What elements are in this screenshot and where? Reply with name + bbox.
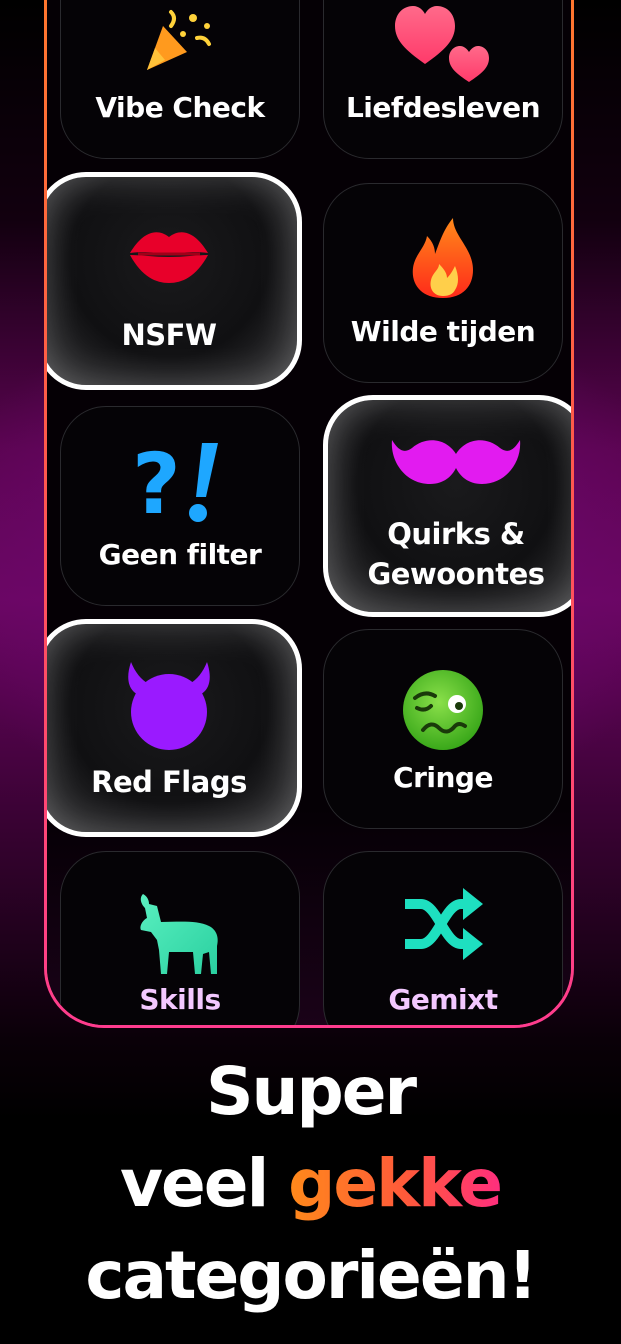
party-popper-icon (147, 10, 211, 70)
category-tile-red-flags[interactable]: Red Flags (47, 619, 302, 837)
mustache-icon (391, 440, 521, 484)
category-tile-gemixt[interactable]: Gemixt (323, 851, 563, 1025)
category-label: Cringe (393, 761, 493, 794)
headline-line-2: veel gekke (0, 1138, 621, 1230)
goat-icon (140, 894, 218, 974)
category-tile-cringe[interactable]: Cringe (323, 629, 563, 829)
category-label: Gemixt (388, 983, 498, 1016)
svg-text:?: ? (132, 439, 181, 525)
category-tile-skills[interactable]: Skills (60, 851, 300, 1025)
category-tile-wilde-tijden[interactable]: Wilde tijden (323, 183, 563, 383)
kiss-lips-icon (130, 232, 208, 283)
category-tile-geen-filter[interactable]: ? Geen filter (60, 406, 300, 606)
category-grid: Vibe Check Liefdesleven NSFW Wilde tijde… (47, 0, 571, 1025)
category-label: Liefdesleven (345, 91, 541, 124)
category-label: Quirks & Gewoontes (367, 514, 545, 594)
category-tile-vibe-check[interactable]: Vibe Check (60, 0, 300, 159)
category-tile-nsfw[interactable]: NSFW (47, 172, 302, 390)
category-label: Geen filter (98, 538, 262, 571)
phone-frame: Vibe Check Liefdesleven NSFW Wilde tijde… (44, 0, 574, 1028)
category-tile-quirks-gewoontes[interactable]: Quirks & Gewoontes (323, 395, 571, 617)
category-label-line-1: Quirks & (387, 517, 525, 551)
category-tile-liefdesleven[interactable]: Liefdesleven (323, 0, 563, 159)
category-label-line-2: Gewoontes (367, 557, 545, 591)
headline-line-3: categorieën! (85, 1237, 537, 1314)
woozy-face-icon (403, 670, 483, 750)
category-label: Red Flags (91, 765, 247, 799)
headline-line-1: Super (205, 1053, 417, 1130)
shuffle-icon (405, 888, 483, 960)
devil-face-icon (128, 662, 210, 750)
question-exclamation-icon: ? (132, 439, 218, 525)
category-label: NSFW (121, 318, 217, 352)
category-label: Vibe Check (95, 91, 265, 124)
category-label: Skills (139, 983, 221, 1016)
category-label: Wilde tijden (350, 315, 536, 348)
headline-veel: veel (120, 1145, 289, 1222)
two-hearts-icon (395, 6, 489, 82)
headline-accent-word: gekke (288, 1145, 503, 1222)
fire-icon (412, 218, 473, 298)
